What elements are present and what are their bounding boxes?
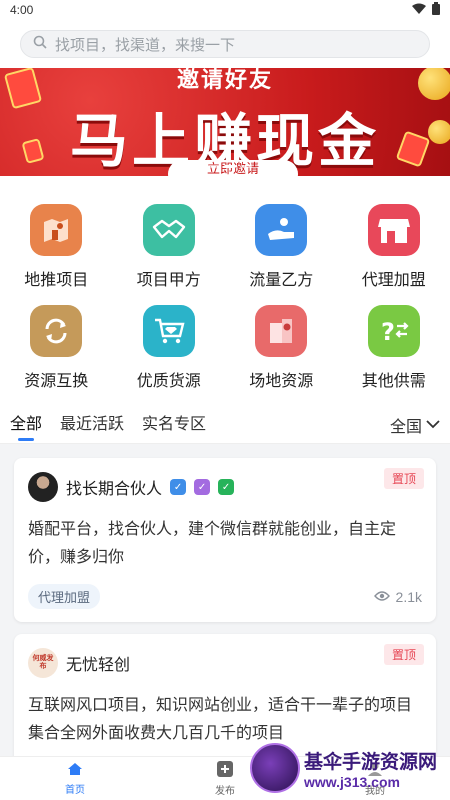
post-header: 何威发布 无忧轻创 (28, 648, 422, 678)
chevron-down-icon (426, 416, 440, 434)
post-card[interactable]: 置顶 找长期合伙人 ✓ ✓ ✓ 婚配平台，找合伙人，建个微信群就能创业，自主定价… (14, 458, 436, 622)
post-tag[interactable]: 代理加盟 (28, 584, 101, 609)
category-item-venue[interactable]: 场地资源 (225, 305, 338, 401)
tab-all[interactable]: 全部 (10, 406, 42, 444)
promo-banner[interactable]: 邀请好友 马上赚现金 立即邀请 (0, 68, 450, 176)
mascot-icon (250, 743, 300, 793)
verified-shield-icon: ✓ (218, 479, 235, 495)
building-pin-icon (255, 305, 308, 357)
svg-text:?: ? (381, 318, 395, 346)
category-item-traffic-party[interactable]: 流量乙方 (225, 204, 338, 300)
verified-user-icon: ✓ (170, 479, 187, 495)
wifi-icon (412, 3, 426, 18)
carousel-dot[interactable] (240, 165, 252, 168)
cart-diamond-icon (142, 305, 195, 357)
category-item-other[interactable]: ? 其他供需 (338, 305, 450, 401)
banner-cta-button[interactable]: 立即邀请 (168, 160, 298, 176)
post-author[interactable]: 无忧轻创 (66, 651, 130, 675)
category-label: 地推项目 (24, 272, 89, 289)
nav-publish-label: 发布 (215, 785, 235, 797)
category-item-ground-promo[interactable]: 地推项目 (0, 204, 113, 300)
status-time: 4:00 (10, 3, 34, 17)
category-label: 流量乙方 (249, 272, 314, 289)
avatar[interactable] (28, 472, 58, 502)
feed-tabs: 全部 最近活跃 实名专区 全国 (0, 406, 450, 444)
view-count-value: 2.1k (395, 588, 422, 605)
search-area: 找项目，找渠道，来搜一下 (0, 20, 450, 68)
handshake-icon (142, 204, 195, 256)
category-label: 优质货源 (136, 373, 201, 390)
search-input[interactable]: 找项目，找渠道，来搜一下 (20, 30, 430, 58)
watermark-logo: 基伞手游资源网 www.j313.com (250, 740, 446, 796)
eye-icon (373, 589, 390, 605)
banner-cta-label: 立即邀请 (206, 161, 259, 176)
banner-subtitle: 邀请好友 (176, 68, 273, 92)
post-author[interactable]: 找长期合伙人 (66, 475, 162, 499)
post-content: 婚配平台，找合伙人，建个微信群就能创业，自主定价，赚多归你 (28, 521, 397, 566)
plus-icon (217, 760, 233, 780)
category-grid: 地推项目 项目甲方 流量乙方 代理加盟 资源互换 优质货源 场地资源 ? 其他供… (0, 176, 450, 406)
category-label: 项目甲方 (136, 272, 201, 289)
hand-tray-icon (255, 204, 308, 256)
category-item-project-owner[interactable]: 项目甲方 (113, 204, 226, 300)
carousel-dot-active[interactable] (224, 165, 236, 168)
carousel-dot[interactable] (208, 165, 220, 168)
nav-publish[interactable]: 发布 (215, 760, 235, 797)
tab-verified[interactable]: 实名专区 (142, 406, 206, 444)
nav-home[interactable]: 首页 (65, 762, 85, 796)
region-selector[interactable]: 全国 (390, 413, 440, 437)
search-placeholder: 找项目，找渠道，来搜一下 (55, 36, 236, 54)
category-label: 其他供需 (361, 373, 426, 390)
question-exchange-icon: ? (367, 305, 420, 357)
category-label: 场地资源 (249, 373, 314, 390)
post-footer: 代理加盟 2.1k (28, 584, 422, 609)
category-item-resource-swap[interactable]: 资源互换 (0, 305, 113, 401)
category-item-agency[interactable]: 代理加盟 (338, 204, 450, 300)
tab-recent[interactable]: 最近活跃 (60, 406, 124, 444)
avatar-text: 何威发布 (32, 655, 54, 670)
pinned-badge: 置顶 (383, 644, 424, 665)
avatar[interactable]: 何威发布 (28, 648, 58, 678)
region-label: 全国 (389, 418, 422, 436)
battery-icon (432, 2, 440, 18)
swap-icon (30, 305, 83, 357)
category-item-quality-supply[interactable]: 优质货源 (113, 305, 226, 401)
post-header: 找长期合伙人 ✓ ✓ ✓ (28, 472, 422, 502)
storefront-icon (367, 204, 420, 256)
view-count: 2.1k (373, 588, 422, 605)
status-icons (412, 2, 440, 18)
watermark-line1: 基伞手游资源网 (304, 751, 438, 773)
search-icon (33, 35, 47, 53)
watermark-line2: www.j313.com (304, 773, 400, 790)
category-label: 代理加盟 (361, 272, 426, 289)
nav-home-label: 首页 (65, 784, 85, 796)
watermark-text: 基伞手游资源网 www.j313.com (304, 747, 437, 790)
category-label: 资源互换 (24, 373, 89, 390)
pinned-badge: 置顶 (383, 468, 424, 489)
map-person-icon (30, 204, 83, 256)
status-bar: 4:00 (0, 0, 450, 20)
verified-enterprise-icon: ✓ (194, 479, 211, 495)
home-icon (67, 762, 83, 779)
carousel-dots (208, 165, 252, 168)
